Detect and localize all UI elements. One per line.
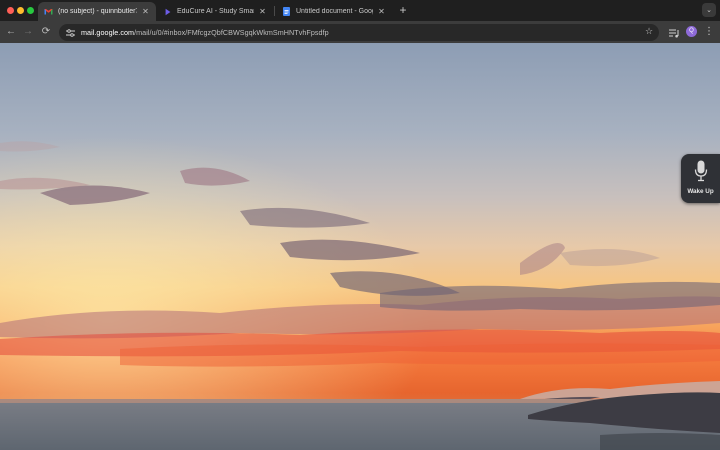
sunset-image [0,43,720,450]
close-tab-icon[interactable]: ✕ [377,7,386,16]
new-tab-button[interactable]: + [396,3,410,17]
address-bar[interactable]: mail.google.com/mail/u/0/#inbox/FMfcgzQb… [59,24,659,41]
maximize-window-button[interactable] [27,7,34,14]
site-info-icon[interactable] [65,28,75,38]
wake-up-widget[interactable]: Wake Up [681,154,720,203]
profile-avatar[interactable]: Q [686,26,697,37]
close-tab-icon[interactable]: ✕ [258,7,267,16]
tab-gmail[interactable]: (no subject) - quinnbutler71@ ✕ [38,2,156,21]
desktop-wallpaper [0,43,720,450]
url-text: mail.google.com/mail/u/0/#inbox/FMfcgzQb… [81,28,329,37]
tab-strip: (no subject) - quinnbutler71@ ✕ EduCure … [0,0,720,21]
close-tab-icon[interactable]: ✕ [141,7,150,16]
url-host: mail.google.com [81,28,135,37]
back-arrow-icon[interactable]: ← [4,25,18,39]
forward-arrow-icon[interactable]: → [21,25,35,39]
tab-title: (no subject) - quinnbutler71@ [58,8,137,15]
tab-title: EduCure AI - Study Smarter [177,8,254,15]
wake-up-label: Wake Up [687,188,714,195]
close-window-button[interactable] [7,7,14,14]
tab-google-docs[interactable]: Untitled document - Google D ✕ [276,2,392,21]
media-controls-icon[interactable] [668,26,680,38]
gmail-icon [44,7,53,16]
tab-search-button[interactable]: ⌄ [702,3,716,17]
tab-educure[interactable]: EduCure AI - Study Smarter ✕ [157,2,273,21]
minimize-window-button[interactable] [17,7,24,14]
more-menu-icon[interactable]: ⋮ [703,25,715,39]
microphone-icon [694,160,708,182]
educure-icon [163,7,172,16]
google-docs-icon [282,7,291,16]
reload-icon[interactable]: ⟳ [39,25,53,39]
url-path: /mail/u/0/#inbox/FMfcgzQbfCBWSgqkWkmSmHN… [134,28,329,37]
tab-separator [274,6,275,16]
bookmark-star-icon[interactable]: ☆ [643,25,655,37]
browser-toolbar: ← → ⟳ mail.google.com/mail/u/0/#inbox/FM… [0,21,720,43]
tab-title: Untitled document - Google D [296,8,373,15]
